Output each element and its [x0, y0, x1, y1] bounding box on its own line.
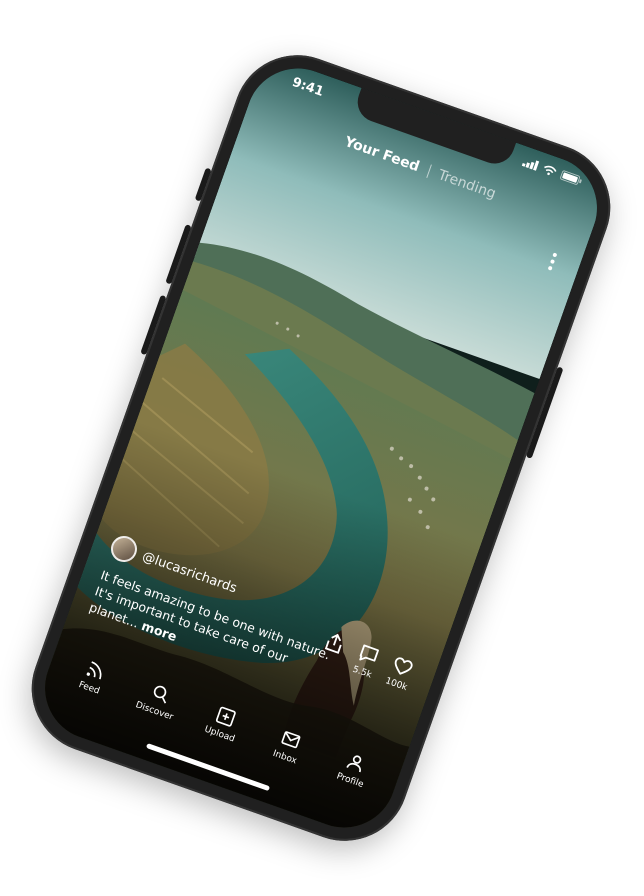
- post-photo: [30, 54, 612, 842]
- mute-switch: [194, 167, 212, 202]
- phone-device: 9:41 Your Feed Trending 5.5k 100k @lucas…: [14, 37, 628, 859]
- phone-screen: 9:41 Your Feed Trending 5.5k 100k @lucas…: [30, 54, 612, 842]
- stage: 9:41 Your Feed Trending 5.5k 100k @lucas…: [0, 0, 644, 896]
- tab-divider: [425, 164, 432, 178]
